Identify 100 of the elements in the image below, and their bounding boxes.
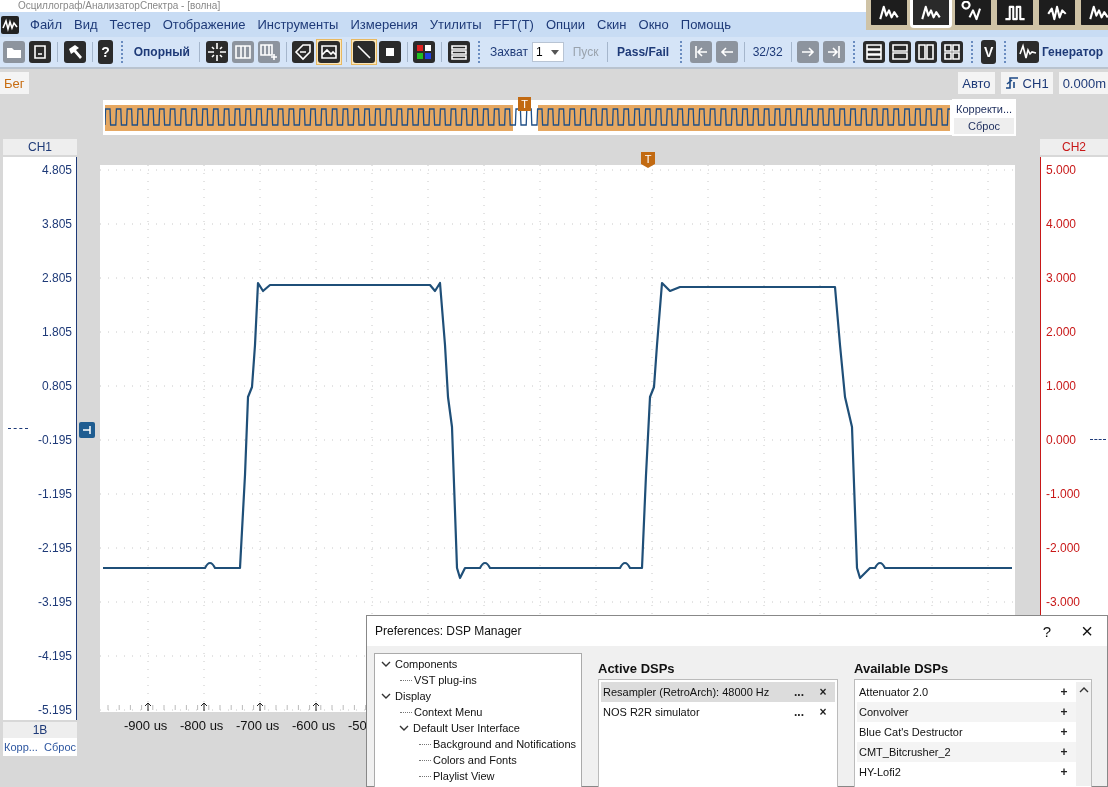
chevron-icon[interactable] (381, 691, 391, 701)
add-button[interactable]: + (1052, 765, 1076, 779)
tree-item[interactable]: Components (395, 658, 458, 670)
menu-item[interactable]: Помощь (675, 17, 738, 32)
trigger-level: 0.000m (1058, 72, 1108, 94)
menu-item[interactable]: Скин (592, 17, 634, 32)
axis-label: -4.195 (37, 648, 72, 664)
menu-item[interactable]: Вид (68, 17, 105, 32)
dsp-name: NOS R2R simulator (603, 706, 701, 718)
add-button[interactable]: + (1052, 745, 1076, 759)
mode-button[interactable] (952, 0, 994, 28)
tree-item[interactable]: Default User Interface (413, 722, 520, 734)
tree-item[interactable]: Context Menu (414, 706, 483, 718)
overview-strip[interactable]: T (103, 99, 952, 135)
dsp-name[interactable]: Blue Cat's Destructor (859, 726, 1052, 738)
dialog-title: Preferences: DSP Manager (375, 624, 523, 638)
chevron-icon[interactable] (381, 659, 391, 669)
save-icon[interactable] (27, 39, 53, 65)
trigger-marker[interactable]: T (518, 96, 531, 111)
dropdown-arrow-icon[interactable] (550, 49, 559, 55)
trigger-mode-button[interactable]: Авто (958, 72, 995, 94)
grid-icon[interactable] (939, 39, 966, 65)
dsp-row[interactable]: NOS R2R simulator ... × (601, 702, 835, 722)
menu-item[interactable]: Окно (633, 17, 676, 32)
stack-icon[interactable] (445, 39, 472, 65)
configure-button[interactable]: ... (787, 705, 811, 719)
channel-link[interactable]: Корр... (4, 741, 38, 753)
dsp-name[interactable]: Convolver (859, 706, 1052, 718)
app-logo-icon (1, 15, 19, 34)
overview-button[interactable]: Сброс (954, 117, 1015, 134)
axis-label: 1.000 (1046, 378, 1077, 394)
generator-button[interactable]: Генератор (1011, 37, 1108, 67)
trigger-channel-button[interactable]: CH1 (1000, 72, 1053, 94)
menu-item[interactable]: Измерения (345, 17, 425, 32)
chevron-icon[interactable] (399, 723, 409, 733)
hammer-icon[interactable] (61, 39, 88, 65)
axis-label: -600 us (292, 718, 337, 733)
channel-header[interactable]: CH2 (1040, 139, 1108, 155)
dsp-row[interactable]: Resampler (RetroArch): 48000 Hz ... × (601, 682, 835, 702)
menu-item[interactable]: Утилиты (424, 17, 489, 32)
scroll-up-icon[interactable] (1078, 686, 1089, 694)
tree-item[interactable]: Background and Notifications (433, 738, 577, 750)
color-grid-icon[interactable] (411, 39, 438, 65)
axis-label: 5.000 (1046, 162, 1077, 178)
mode-button[interactable] (994, 0, 1036, 28)
stacked-rows-icon[interactable] (861, 39, 888, 65)
arrows-icon[interactable] (203, 39, 230, 65)
help-button[interactable]: ? (1027, 617, 1067, 645)
menu-item[interactable]: Файл (25, 17, 69, 32)
axis-label: -0.195 (37, 432, 72, 448)
channel-link[interactable]: Сброс (44, 741, 76, 753)
toolbar-label: 32/32 (751, 45, 784, 59)
stop-icon[interactable] (376, 39, 403, 65)
axis-label: 3.000 (1046, 270, 1077, 286)
channel-marker-icon[interactable] (79, 422, 95, 438)
remove-button[interactable]: × (811, 705, 835, 719)
add-button[interactable]: + (1052, 685, 1076, 699)
axis-label: -3.195 (37, 594, 72, 610)
close-button[interactable]: × (1067, 617, 1107, 645)
menu-item[interactable]: Отображение (157, 17, 253, 32)
tree-item[interactable]: VST plug-ins (414, 674, 477, 686)
tree-item[interactable]: Colors and Fonts (433, 754, 517, 766)
glyph-button[interactable]: V (981, 40, 996, 64)
menu-item[interactable]: Инструменты (252, 17, 346, 32)
add-button[interactable]: + (1052, 725, 1076, 739)
axis-label: -3.000 (1046, 594, 1081, 610)
menu-item[interactable]: Опции (540, 17, 593, 32)
menu-item[interactable]: Тестер (104, 17, 158, 32)
remove-button[interactable]: × (811, 685, 835, 699)
axis-label: -2.195 (37, 540, 72, 556)
section-heading: Available DSPs (854, 661, 950, 678)
axis-label: 0.805 (41, 378, 72, 394)
rows-icon[interactable] (887, 39, 914, 65)
capture-field[interactable]: 1 (532, 42, 564, 62)
waveform-icon (1016, 41, 1039, 63)
picture-icon[interactable] (316, 39, 343, 65)
configure-button[interactable]: ... (787, 685, 811, 699)
tree-item[interactable]: Display (395, 690, 432, 702)
dsp-name: Resampler (RetroArch): 48000 Hz (603, 686, 771, 698)
mode-button[interactable] (1078, 0, 1108, 28)
dsp-name[interactable]: Attenuator 2.0 (859, 686, 1052, 698)
dsp-name[interactable]: HY-Lofi2 (859, 766, 1052, 778)
zero-level-mark (8, 428, 28, 429)
tag-icon[interactable] (290, 39, 317, 65)
dsp-name[interactable]: CMT_Bitcrusher_2 (859, 746, 1052, 758)
trigger-marker[interactable]: T (641, 152, 655, 168)
axis-label: 4.000 (1046, 216, 1077, 232)
split-columns-icon[interactable] (913, 39, 940, 65)
add-button[interactable]: + (1052, 705, 1076, 719)
glyph-button[interactable]: ? (98, 40, 113, 64)
mode-button[interactable] (868, 0, 910, 28)
scrollbar[interactable] (1076, 682, 1091, 786)
axis-label: -1.195 (37, 486, 72, 502)
channel-header[interactable]: CH1 (3, 139, 77, 155)
mode-button[interactable] (1036, 0, 1078, 28)
line-icon[interactable] (350, 39, 377, 65)
tree-item[interactable]: Playlist View (433, 770, 495, 782)
menu-item[interactable]: FFT(T) (488, 17, 541, 32)
toolbar-button[interactable]: Опорный (128, 41, 195, 63)
toolbar-button[interactable]: Pass/Fail (612, 41, 675, 63)
